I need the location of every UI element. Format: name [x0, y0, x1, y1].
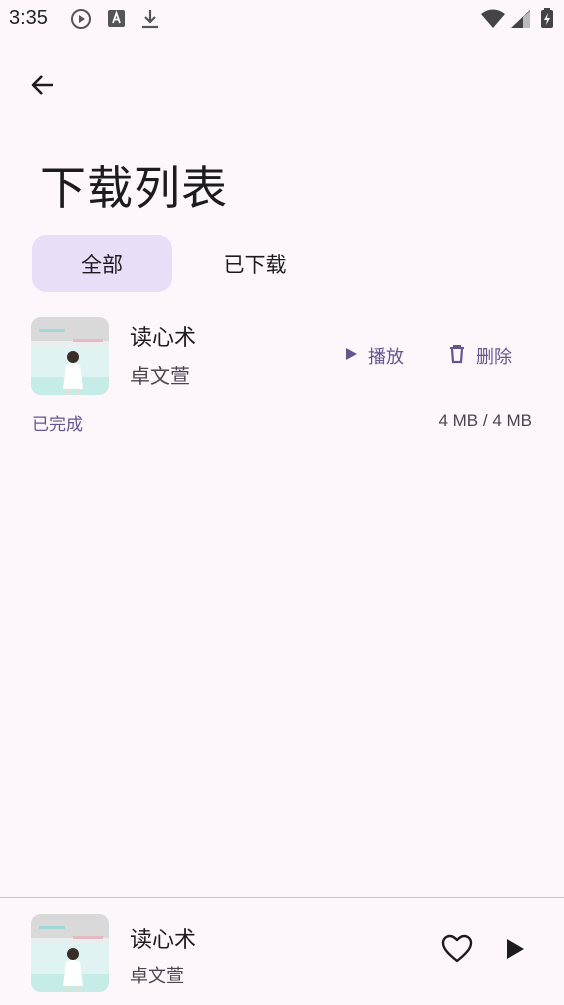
heart-outline-icon — [441, 934, 473, 968]
a-box-icon — [107, 8, 127, 34]
download-size: 4 MB / 4 MB — [438, 411, 532, 430]
mini-player-play-button[interactable] — [497, 933, 533, 969]
tab-all-label: 全部 — [81, 252, 123, 277]
download-status: 已完成 — [32, 415, 83, 435]
delete-button[interactable]: 删除 — [448, 342, 512, 370]
status-time: 3:35 — [9, 7, 48, 29]
signal-icon — [510, 9, 532, 33]
tab-downloaded-label: 已下载 — [223, 252, 287, 277]
arrow-left-icon — [29, 71, 57, 103]
tab-downloaded[interactable]: 已下载 — [185, 235, 325, 292]
favorite-button[interactable] — [439, 933, 475, 969]
mini-player[interactable]: 读心术 卓文萱 — [0, 897, 564, 1005]
page-title: 下载列表 — [40, 161, 228, 215]
mini-player-title: 读心术 — [130, 928, 197, 953]
delete-label: 删除 — [476, 347, 512, 368]
play-label: 播放 — [368, 347, 404, 368]
wifi-icon — [480, 9, 506, 33]
mini-player-cover — [31, 914, 109, 992]
play-button[interactable]: 播放 — [344, 342, 404, 370]
battery-charging-icon — [540, 7, 554, 33]
status-bar: 3:35 — [0, 0, 564, 40]
trash-icon — [448, 344, 466, 369]
play-circle-icon — [70, 8, 92, 34]
download-title: 读心术 — [130, 326, 197, 351]
album-cover — [31, 317, 109, 395]
tab-all[interactable]: 全部 — [32, 235, 172, 292]
play-icon — [504, 937, 526, 965]
back-button[interactable] — [22, 66, 64, 108]
download-icon — [140, 8, 160, 34]
play-icon — [344, 346, 358, 367]
mini-player-artist: 卓文萱 — [130, 966, 184, 987]
download-artist: 卓文萱 — [130, 364, 190, 388]
